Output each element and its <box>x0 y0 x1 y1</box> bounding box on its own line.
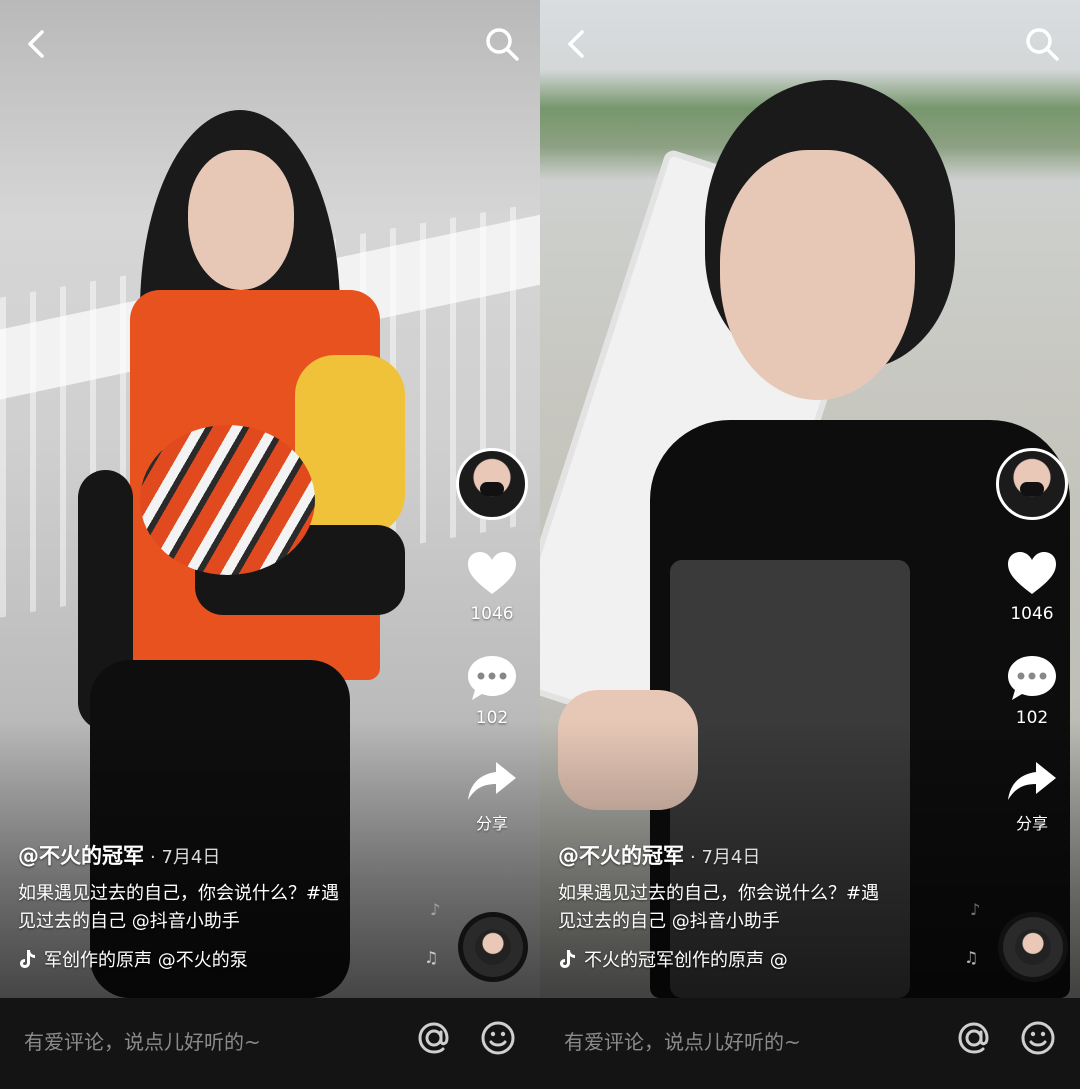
at-sign-icon[interactable] <box>414 1018 454 1058</box>
back-button[interactable] <box>558 24 598 64</box>
search-icon <box>486 28 519 61</box>
mask <box>1020 482 1044 496</box>
share-arrow-icon <box>468 762 516 800</box>
tiktok-note-icon <box>560 950 575 968</box>
share-arrow-icon <box>1008 762 1056 800</box>
share-button[interactable]: 分享 <box>452 758 532 834</box>
like-button[interactable]: 1046 <box>992 550 1072 624</box>
share-label: 分享 <box>1015 814 1048 833</box>
video-caption: @不火的冠军 · 7月4日 如果遇见过去的自己，你会说什么？#遇 见过去的自己 @… <box>558 840 978 972</box>
back-button[interactable] <box>18 24 58 64</box>
comment-count: 102 <box>475 708 509 728</box>
share-label: 分享 <box>475 814 508 833</box>
like-button[interactable]: 1046 <box>452 550 532 624</box>
music-line[interactable]: 不火的冠军创作的原声 @ <box>558 946 978 972</box>
disc-cover <box>1015 929 1051 965</box>
search-button[interactable] <box>1022 24 1062 64</box>
music-line[interactable]: 军创作的原声 @不火的泵 <box>18 946 438 972</box>
author-name[interactable]: @不火的冠军 <box>558 844 684 868</box>
author-line: @不火的冠军 · 7月4日 <box>18 840 438 870</box>
music-note-icon: ♫ <box>424 948 439 967</box>
like-count: 1046 <box>470 604 514 624</box>
action-rail: 1046 102 分享 <box>992 448 1072 834</box>
author-avatar[interactable] <box>996 448 1068 520</box>
description-line[interactable]: 见过去的自己 @抖音小助手 <box>18 908 438 936</box>
music-note-icon: ♫ <box>964 948 979 967</box>
description-line[interactable]: 见过去的自己 @抖音小助手 <box>558 908 978 936</box>
search-icon <box>1026 28 1059 61</box>
post-date: · 7月4日 <box>150 847 221 868</box>
chevron-left-icon <box>568 30 584 58</box>
disc-cover <box>475 929 511 965</box>
share-button[interactable]: 分享 <box>992 758 1072 834</box>
comment-input[interactable]: 有爱评论，说点儿好听的~ <box>24 1020 384 1064</box>
comment-input[interactable]: 有爱评论，说点儿好听的~ <box>564 1020 924 1064</box>
video-caption: @不火的冠军 · 7月4日 如果遇见过去的自己，你会说什么？#遇 见过去的自己 @… <box>18 840 438 972</box>
description-line[interactable]: 如果遇见过去的自己，你会说什么？#遇 <box>18 880 438 908</box>
smiley-icon[interactable] <box>1018 1018 1058 1058</box>
comment-bubble-icon <box>468 656 516 700</box>
music-note-icon: ♪ <box>430 900 441 919</box>
comment-count: 102 <box>1015 708 1049 728</box>
comment-button[interactable]: 102 <box>992 654 1072 728</box>
author-name[interactable]: @不火的冠军 <box>18 844 144 868</box>
music-title: 军创作的原声 @不火的泵 <box>44 950 248 971</box>
comment-bar: 有爱评论，说点儿好听的~ <box>540 998 1080 1089</box>
comment-bar: 有爱评论，说点儿好听的~ <box>0 998 540 1089</box>
video-panel-left[interactable]: 1046 102 分享 @不火的冠军 · 7月4日 如果遇见过去的自己，你会说什么… <box>0 0 540 1089</box>
action-rail: 1046 102 分享 <box>452 448 532 834</box>
search-button[interactable] <box>482 24 522 64</box>
description-line[interactable]: 如果遇见过去的自己，你会说什么？#遇 <box>558 880 978 908</box>
music-disc[interactable] <box>458 912 528 982</box>
face <box>720 150 915 400</box>
description: 如果遇见过去的自己，你会说什么？#遇 见过去的自己 @抖音小助手 <box>18 880 438 936</box>
post-date: · 7月4日 <box>690 847 761 868</box>
at-sign-icon[interactable] <box>954 1018 994 1058</box>
comment-bubble-icon <box>1008 656 1056 700</box>
author-avatar[interactable] <box>456 448 528 520</box>
heart-icon <box>1008 552 1056 594</box>
comment-button[interactable]: 102 <box>452 654 532 728</box>
music-note-icon: ♪ <box>970 900 981 919</box>
author-line: @不火的冠军 · 7月4日 <box>558 840 978 870</box>
helmet <box>140 425 315 575</box>
heart-icon <box>468 552 516 594</box>
like-count: 1046 <box>1010 604 1054 624</box>
smiley-icon[interactable] <box>478 1018 518 1058</box>
mask <box>480 482 504 496</box>
tiktok-note-icon <box>20 950 35 968</box>
chevron-left-icon <box>28 30 44 58</box>
face <box>188 150 294 290</box>
music-disc[interactable] <box>998 912 1068 982</box>
video-panel-right[interactable]: 1046 102 分享 @不火的冠军 · 7月4日 如果遇见过去的自己，你会说什么… <box>540 0 1080 1089</box>
music-title: 不火的冠军创作的原声 @ <box>584 950 788 971</box>
description: 如果遇见过去的自己，你会说什么？#遇 见过去的自己 @抖音小助手 <box>558 880 978 936</box>
